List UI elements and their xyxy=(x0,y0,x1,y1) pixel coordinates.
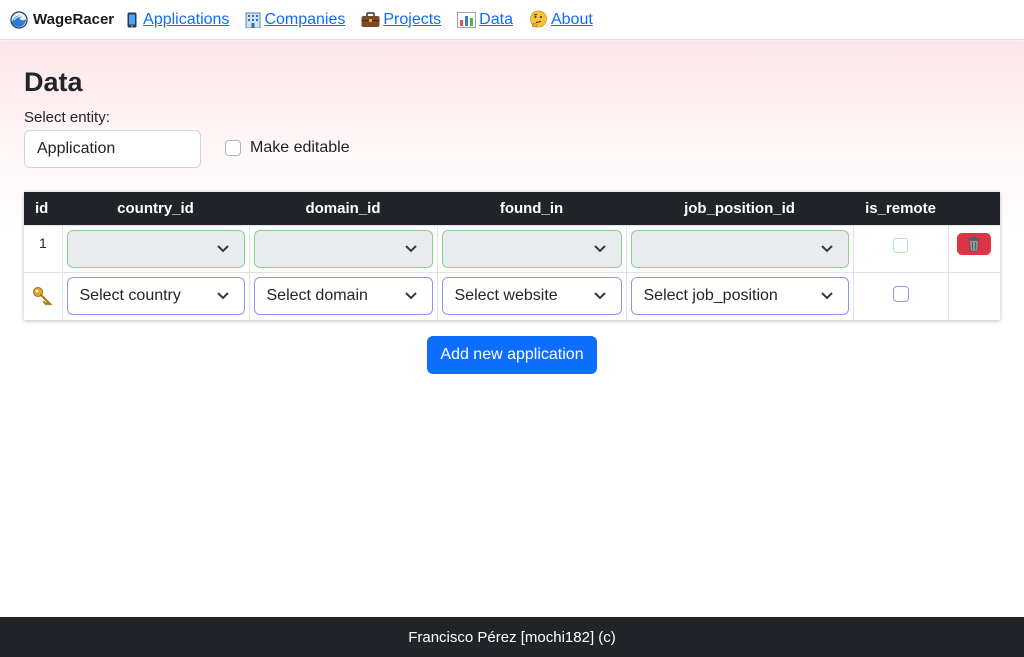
domain-cell xyxy=(248,224,437,272)
new-job-position-cell: Select job_position xyxy=(625,271,853,320)
new-is-remote-cell xyxy=(852,271,948,320)
nav-link-companies[interactable]: Companies xyxy=(245,11,345,29)
country-select[interactable] xyxy=(66,229,245,268)
new-job-position-select[interactable]: Select job_position xyxy=(630,277,849,316)
row-id-cell: 1 xyxy=(24,224,62,272)
make-editable-checkbox[interactable] xyxy=(225,140,241,156)
trash-icon xyxy=(968,236,981,251)
make-editable-toggle[interactable]: Make editable xyxy=(225,139,350,157)
footer: Francisco Pérez [mochi182] (c) xyxy=(0,617,1024,657)
job-position-select[interactable] xyxy=(630,229,849,268)
wave-icon xyxy=(10,10,28,29)
new-actions-cell xyxy=(947,271,1000,320)
office-building-icon xyxy=(245,12,261,28)
entity-label: Select entity: xyxy=(24,109,110,126)
nav-label-about: About xyxy=(550,10,593,28)
key-icon xyxy=(33,287,52,306)
footer-text: Francisco Pérez [mochi182] (c) xyxy=(408,628,616,646)
make-editable-label: Make editable xyxy=(250,139,350,156)
nav-label-data: Data xyxy=(479,10,513,28)
nav-link-about[interactable]: About xyxy=(529,10,593,29)
chevron-down-icon xyxy=(216,244,229,252)
bar-chart-icon xyxy=(457,11,477,28)
chevron-down-icon xyxy=(404,292,417,300)
navbar: WageRacer Applications Companies Project… xyxy=(0,0,1024,40)
column-header-actions xyxy=(948,192,1000,225)
new-country-cell: Select country xyxy=(61,271,249,320)
nav-label-companies: Companies xyxy=(264,10,346,28)
briefcase-icon xyxy=(361,11,380,27)
add-new-application-button[interactable]: Add new application xyxy=(427,336,597,374)
column-header-found-in: found_in xyxy=(437,192,626,225)
entity-select[interactable]: Application xyxy=(24,130,201,168)
column-header-is-remote: is_remote xyxy=(853,192,948,225)
chevron-down-icon xyxy=(404,244,417,252)
chevron-down-icon xyxy=(593,244,606,252)
page-title: Data xyxy=(24,67,83,97)
new-website-placeholder: Select website xyxy=(454,287,558,305)
nav-label-projects: Projects xyxy=(383,10,442,28)
chevron-down-icon xyxy=(820,244,833,252)
is-remote-cell xyxy=(852,224,948,272)
new-country-select[interactable]: Select country xyxy=(66,277,245,316)
brand-name: WageRacer xyxy=(33,11,115,28)
data-table: id country_id domain_id found_in job_pos… xyxy=(24,192,1000,320)
country-cell xyxy=(61,224,249,272)
found-in-select[interactable] xyxy=(441,229,622,268)
column-header-id: id xyxy=(24,192,62,225)
thinking-face-icon xyxy=(530,10,547,28)
new-domain-placeholder: Select domain xyxy=(266,287,368,305)
column-header-job-position-id: job_position_id xyxy=(626,192,853,225)
chevron-down-icon xyxy=(820,292,833,300)
main-content: Data Select entity: Application Make edi… xyxy=(0,41,1024,617)
new-job-position-placeholder: Select job_position xyxy=(643,287,778,305)
domain-select[interactable] xyxy=(253,229,433,268)
nav-label-applications: Applications xyxy=(143,10,230,28)
nav-link-projects[interactable]: Projects xyxy=(361,11,441,29)
new-is-remote-checkbox[interactable] xyxy=(892,285,909,302)
new-row-key-cell xyxy=(24,271,62,320)
new-website-select[interactable]: Select website xyxy=(441,277,622,316)
nav-link-data[interactable]: Data xyxy=(457,11,513,29)
new-website-cell: Select website xyxy=(436,271,626,320)
chevron-down-icon xyxy=(216,292,229,300)
mobile-phone-icon xyxy=(127,12,137,27)
delete-row-button[interactable] xyxy=(957,232,992,255)
brand[interactable]: WageRacer xyxy=(10,10,115,29)
chevron-down-icon xyxy=(593,292,606,300)
job-position-cell xyxy=(625,224,853,272)
table-header-row: id country_id domain_id found_in job_pos… xyxy=(24,192,1000,225)
new-row: Select country Select domain Select webs… xyxy=(24,271,1000,320)
actions-cell xyxy=(947,224,1000,272)
is-remote-checkbox[interactable] xyxy=(893,237,908,253)
column-header-domain-id: domain_id xyxy=(249,192,437,225)
new-domain-select[interactable]: Select domain xyxy=(253,277,433,316)
found-in-cell xyxy=(436,224,626,272)
new-country-placeholder: Select country xyxy=(79,287,181,305)
table-row: 1 xyxy=(24,224,1000,272)
new-domain-cell: Select domain xyxy=(248,271,437,320)
nav-link-applications[interactable]: Applications xyxy=(124,11,229,29)
column-header-country-id: country_id xyxy=(62,192,249,225)
